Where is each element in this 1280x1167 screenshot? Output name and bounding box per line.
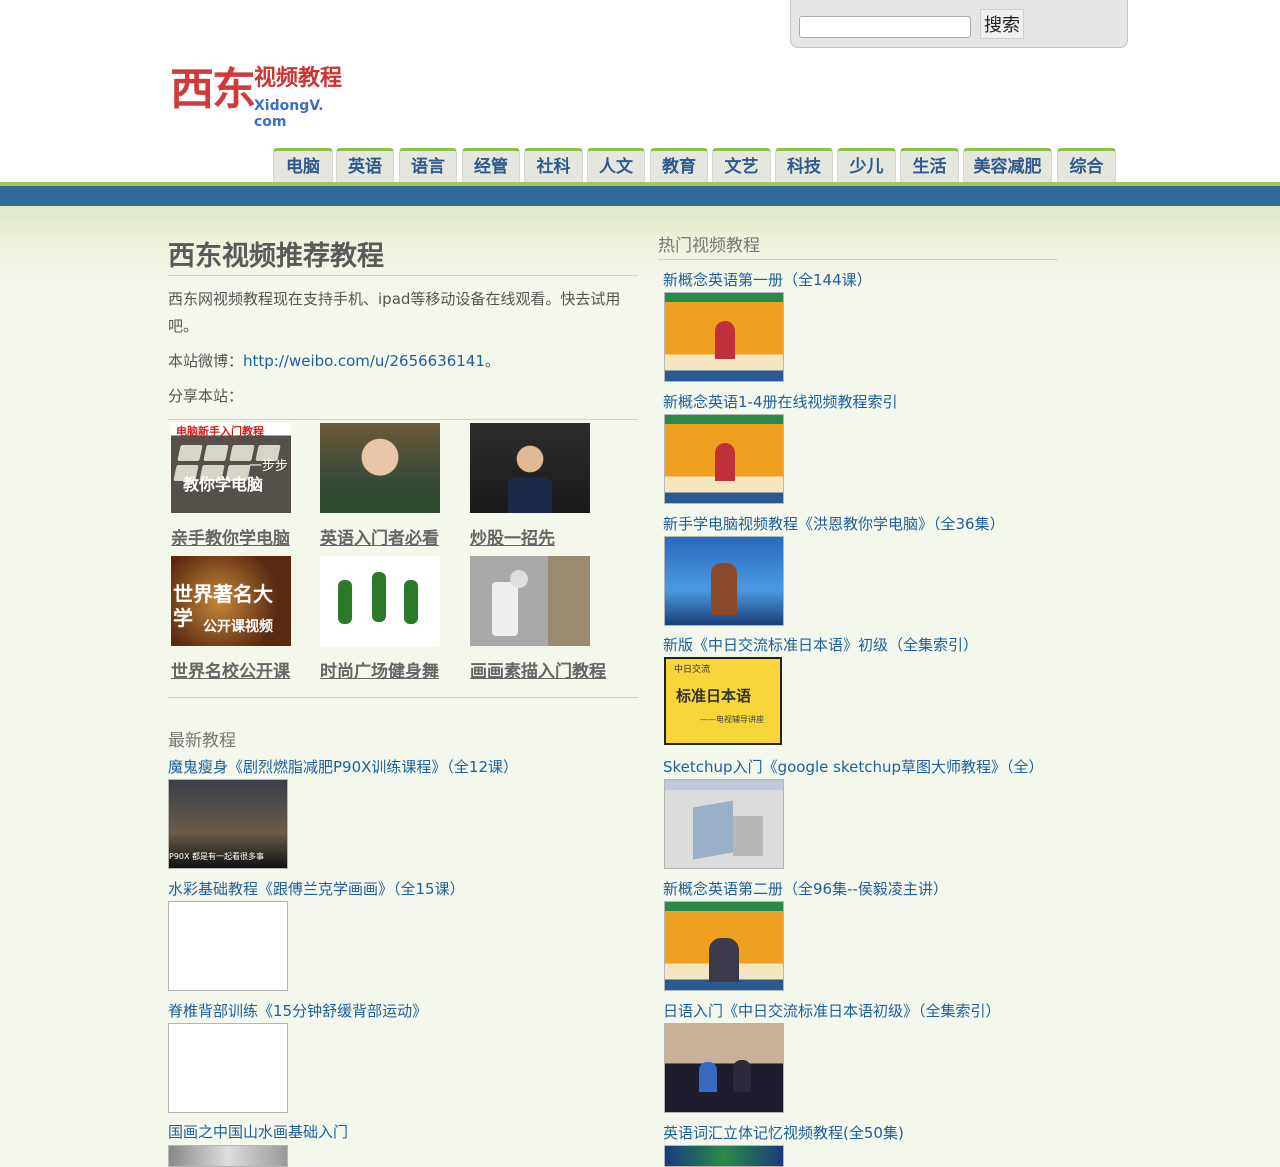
share-label: 分享本站：: [168, 387, 244, 405]
nav-tab-computer[interactable]: 电脑: [273, 148, 333, 182]
search-box: 搜索: [790, 0, 1128, 48]
rec-link-sketch[interactable]: 画画素描入门教程: [470, 660, 620, 684]
logo-main-text: 西东: [170, 64, 256, 115]
nav-tab-arts[interactable]: 文艺: [712, 148, 771, 182]
weibo-suffix: 。: [484, 352, 500, 370]
rec-link-dance[interactable]: 时尚广场健身舞: [320, 660, 470, 684]
new-concept-english-thumbnail[interactable]: [664, 414, 784, 504]
rec-link-university[interactable]: 世界名校公开课: [171, 660, 321, 684]
popular-link-nce-book1[interactable]: 新概念英语第一册（全144课）: [663, 269, 872, 291]
popular-link-nce-index[interactable]: 新概念英语1-4册在线视频教程索引: [663, 391, 898, 413]
latest-link-back-exercise[interactable]: 脊椎背部训练《15分钟舒缓背部运动》: [168, 1000, 427, 1022]
computer-lesson-thumbnail[interactable]: [664, 536, 784, 626]
nav-tab-social-science[interactable]: 社科: [524, 148, 583, 182]
rec-link-computer[interactable]: 亲手教你学电脑: [171, 527, 321, 551]
thumb-caption: 教你学电脑: [183, 475, 264, 494]
japanese-studio-thumbnail[interactable]: [664, 1023, 784, 1113]
nav-tab-beauty-weight-loss[interactable]: 美容减肥: [963, 148, 1052, 182]
keyboard-thumbnail[interactable]: 电脑新手入门教程 一步步 教你学电脑: [171, 423, 291, 513]
nav-tab-humanities[interactable]: 人文: [587, 148, 645, 182]
blank-thumbnail[interactable]: [168, 1023, 288, 1113]
nav-tab-kids[interactable]: 少儿: [837, 148, 896, 182]
japanese-textbook-thumbnail[interactable]: 中日交流 标准日本语 ——电视辅导讲座: [664, 657, 782, 745]
thumb-caption: P90X 都是有一起看很多事: [169, 852, 265, 861]
latest-link-landscape-painting[interactable]: 国画之中国山水画基础入门: [168, 1121, 348, 1143]
recommended-divider: [168, 697, 638, 698]
nav-bar: [0, 186, 1280, 206]
intro-text: 西东网视频教程现在支持手机、ipad等移动设备在线观看。快去试用吧。: [168, 290, 621, 335]
popular-divider: [658, 259, 1058, 260]
rec-link-stocks[interactable]: 炒股一招先: [470, 527, 620, 551]
title-divider: [168, 275, 638, 276]
popular-heading: 热门视频教程: [658, 236, 760, 256]
nav-tab-general[interactable]: 综合: [1057, 148, 1116, 182]
nav-tab-technology[interactable]: 科技: [775, 148, 833, 182]
blank-thumbnail[interactable]: [168, 901, 288, 991]
lecturer-thumbnail[interactable]: [470, 423, 590, 513]
thumb-caption: 电脑新手入门教程: [176, 425, 264, 438]
share-divider: [168, 419, 638, 420]
latest-link-watercolor[interactable]: 水彩基础教程《跟傅兰克学画画》（全15课）: [168, 878, 465, 900]
vocabulary-thumbnail[interactable]: [664, 1145, 784, 1167]
popular-link-nce-book2[interactable]: 新概念英语第二册（全96集--侯毅凌主讲）: [663, 878, 948, 900]
new-concept-english-thumbnail[interactable]: [664, 901, 784, 991]
page-title: 西东视频推荐教程: [168, 241, 384, 272]
nav-tab-education[interactable]: 教育: [650, 148, 708, 182]
dancers-thumbnail[interactable]: [320, 556, 440, 646]
weibo-link[interactable]: http://weibo.com/u/2656636141: [243, 352, 485, 370]
thumb-caption: ——电视辅导讲座: [700, 715, 764, 724]
university-thumbnail[interactable]: 世界著名大学 公开课视频: [171, 556, 291, 646]
new-concept-english-thumbnail[interactable]: [664, 292, 784, 382]
search-button[interactable]: 搜索: [980, 9, 1024, 39]
site-logo[interactable]: 西东 视频教程 XidongV. com: [170, 60, 360, 130]
popular-link-computer-lesson[interactable]: 新手学电脑视频教程《洪恩教你学电脑》（全36集）: [663, 513, 1005, 535]
popular-link-vocabulary[interactable]: 英语词汇立体记忆视频教程(全50集): [663, 1122, 904, 1144]
p90x-thumbnail[interactable]: P90X 都是有一起看很多事: [168, 779, 288, 869]
popular-link-japanese-intro[interactable]: 日语入门《中日交流标准日本语初级》（全集索引）: [663, 1000, 1001, 1022]
old-man-thumbnail[interactable]: [320, 423, 440, 513]
search-input[interactable]: [799, 16, 971, 38]
weibo-line: 本站微博：http://weibo.com/u/2656636141。: [168, 348, 500, 375]
sketch-thumbnail[interactable]: [470, 556, 590, 646]
thumb-caption: 标准日本语: [676, 687, 752, 705]
rec-link-english[interactable]: 英语入门者必看: [320, 527, 470, 551]
popular-link-sketchup[interactable]: Sketchup入门《google sketchup草图大师教程》（全）: [663, 756, 1044, 778]
logo-sub-text: 视频教程: [254, 66, 343, 91]
nav-tab-english[interactable]: 英语: [336, 148, 394, 182]
thumb-caption: 公开课视频: [203, 619, 273, 635]
latest-link-p90x[interactable]: 魔鬼瘦身《剧烈燃脂减肥P90X训练课程》（全12课）: [168, 756, 518, 778]
sketchup-thumbnail[interactable]: [664, 779, 784, 869]
logo-url-text: XidongV. com: [254, 98, 324, 130]
weibo-prefix: 本站微博：: [168, 352, 244, 370]
thumb-caption: 一步步: [249, 459, 289, 474]
nav-tab-business[interactable]: 经管: [462, 148, 520, 182]
popular-link-japanese-textbook[interactable]: 新版《中日交流标准日本语》初级（全集索引）: [663, 634, 978, 656]
nav-tab-language[interactable]: 语言: [399, 148, 457, 182]
thumb-caption: 中日交流: [674, 665, 711, 675]
nav-tab-life[interactable]: 生活: [900, 148, 959, 182]
latest-heading: 最新教程: [168, 731, 236, 751]
painting-thumbnail[interactable]: [168, 1145, 288, 1167]
